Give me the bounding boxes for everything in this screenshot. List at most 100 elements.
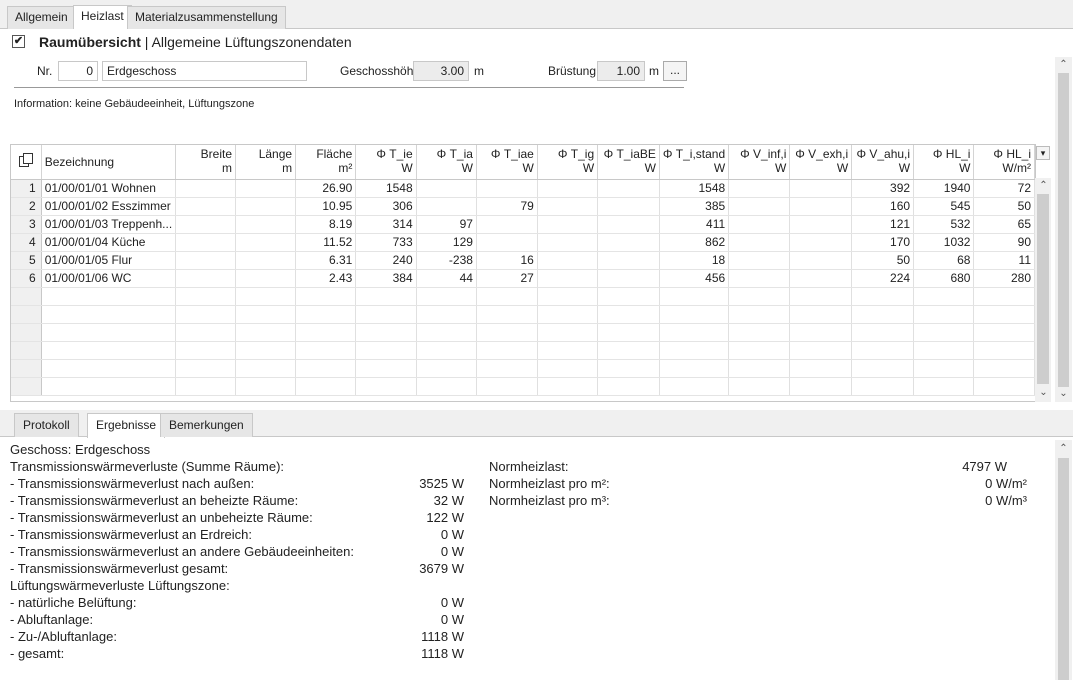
table-cell[interactable] (537, 215, 599, 234)
table-cell[interactable]: 10.95 (295, 197, 357, 216)
empty-cell[interactable] (416, 287, 477, 306)
empty-cell[interactable] (476, 305, 538, 324)
table-cell[interactable]: 01/00/01/03 Treppenh... (41, 215, 177, 234)
empty-cell[interactable] (728, 359, 791, 378)
results-scroll-up-icon[interactable]: ⌃ (1055, 442, 1072, 456)
table-cell[interactable] (597, 197, 660, 216)
table-cell[interactable]: 11.52 (295, 233, 357, 252)
grid-header-col-10[interactable]: Φ V_inf,i W (728, 145, 791, 180)
empty-cell[interactable] (789, 305, 853, 324)
table-row[interactable]: 3 01/00/01/03 Treppenh... 8.19 314 97 411 121 5… (11, 215, 1035, 234)
empty-cell[interactable] (728, 377, 791, 396)
table-cell[interactable]: 456 (659, 269, 730, 288)
empty-cell[interactable] (851, 377, 915, 396)
empty-cell[interactable] (41, 377, 177, 396)
empty-cell[interactable] (789, 341, 853, 360)
storey-height-field[interactable]: 3.00 (413, 61, 469, 81)
raumuebersicht-checkbox[interactable]: ✔ (12, 35, 25, 48)
column-chooser-button[interactable]: ▾ (1036, 146, 1050, 160)
table-cell[interactable]: 79 (476, 197, 538, 216)
empty-cell[interactable] (175, 359, 237, 378)
grid-header-col-7[interactable]: Φ T_ig W (537, 145, 599, 180)
grid-header-col-4[interactable]: Φ T_ie W (355, 145, 417, 180)
empty-cell[interactable] (659, 305, 730, 324)
empty-row[interactable] (11, 305, 1035, 324)
table-cell[interactable]: 532 (913, 215, 975, 234)
empty-cell[interactable] (355, 305, 417, 324)
table-cell[interactable]: 733 (355, 233, 417, 252)
table-cell[interactable] (476, 215, 538, 234)
grid-scroll-down-icon[interactable]: ⌄ (1035, 386, 1052, 400)
grid-header-col-14[interactable]: Φ HL_i W/m² (973, 145, 1035, 180)
table-cell[interactable]: 72 (973, 179, 1035, 198)
tab-protokoll[interactable]: Protokoll (14, 413, 79, 437)
table-cell[interactable]: 280 (973, 269, 1035, 288)
empty-cell[interactable] (175, 341, 237, 360)
table-cell[interactable]: 50 (851, 251, 915, 270)
empty-cell[interactable] (851, 323, 915, 342)
table-cell[interactable]: 6.31 (295, 251, 357, 270)
empty-cell[interactable] (851, 287, 915, 306)
empty-cell[interactable] (175, 323, 237, 342)
table-cell[interactable] (728, 215, 791, 234)
row-index[interactable]: 1 (11, 179, 42, 198)
empty-row[interactable] (11, 287, 1035, 306)
table-cell[interactable]: 680 (913, 269, 975, 288)
empty-row[interactable] (11, 359, 1035, 378)
grid-header-col-9[interactable]: Φ T_i,stand W (659, 145, 730, 180)
empty-cell[interactable] (416, 323, 477, 342)
empty-cell[interactable] (476, 377, 538, 396)
empty-cell[interactable] (416, 341, 477, 360)
table-cell[interactable]: 01/00/01/06 WC (41, 269, 177, 288)
empty-cell[interactable] (11, 305, 42, 324)
empty-cell[interactable] (355, 359, 417, 378)
table-cell[interactable]: 18 (659, 251, 730, 270)
empty-cell[interactable] (476, 323, 538, 342)
table-cell[interactable] (728, 197, 791, 216)
table-cell[interactable] (537, 251, 599, 270)
empty-cell[interactable] (789, 323, 853, 342)
table-cell[interactable] (416, 179, 477, 198)
table-cell[interactable]: 50 (973, 197, 1035, 216)
table-cell[interactable]: 16 (476, 251, 538, 270)
empty-cell[interactable] (789, 359, 853, 378)
table-cell[interactable] (789, 215, 853, 234)
empty-cell[interactable] (11, 341, 42, 360)
nr-field[interactable]: 0 (58, 61, 98, 81)
table-cell[interactable]: 26.90 (295, 179, 357, 198)
table-cell[interactable] (728, 269, 791, 288)
table-cell[interactable] (476, 233, 538, 252)
empty-cell[interactable] (728, 341, 791, 360)
empty-cell[interactable] (355, 287, 417, 306)
grid-scroll-up-icon[interactable]: ⌃ (1035, 179, 1052, 193)
grid-header-col-3[interactable]: Fläche m² (295, 145, 357, 180)
empty-cell[interactable] (235, 341, 297, 360)
table-row[interactable]: 4 01/00/01/04 Küche 11.52 733 129 862 170 1032 9… (11, 233, 1035, 252)
empty-cell[interactable] (11, 359, 42, 378)
empty-cell[interactable] (41, 359, 177, 378)
table-cell[interactable] (235, 179, 297, 198)
table-cell[interactable] (537, 179, 599, 198)
empty-cell[interactable] (913, 377, 975, 396)
table-row[interactable]: 6 01/00/01/06 WC 2.43 384 44 27 456 224 680 280 (11, 269, 1035, 288)
table-cell[interactable]: 170 (851, 233, 915, 252)
table-cell[interactable] (789, 251, 853, 270)
table-cell[interactable]: 411 (659, 215, 730, 234)
table-cell[interactable] (789, 269, 853, 288)
table-cell[interactable]: 1548 (355, 179, 417, 198)
table-cell[interactable]: 862 (659, 233, 730, 252)
empty-cell[interactable] (728, 287, 791, 306)
empty-cell[interactable] (537, 323, 599, 342)
empty-cell[interactable] (597, 323, 660, 342)
empty-cell[interactable] (659, 323, 730, 342)
table-cell[interactable] (789, 179, 853, 198)
empty-cell[interactable] (416, 377, 477, 396)
empty-cell[interactable] (355, 377, 417, 396)
empty-cell[interactable] (597, 377, 660, 396)
empty-cell[interactable] (476, 341, 538, 360)
table-cell[interactable] (175, 251, 237, 270)
empty-cell[interactable] (41, 305, 177, 324)
tab-heizlast[interactable]: Heizlast (73, 5, 132, 29)
table-cell[interactable]: 11 (973, 251, 1035, 270)
grid-header-col-5[interactable]: Φ T_ia W (416, 145, 477, 180)
